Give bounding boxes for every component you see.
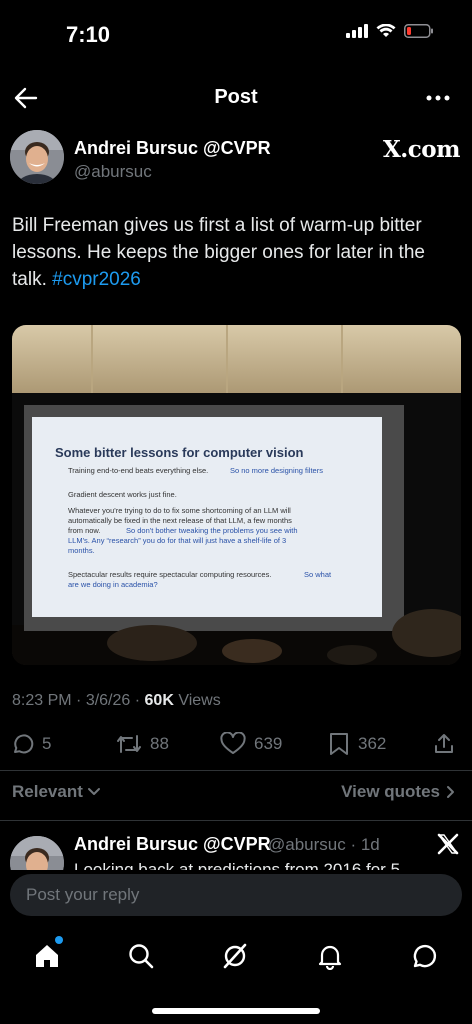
chevron-right-icon (447, 786, 454, 798)
slide-line-3c: from now. (68, 526, 101, 535)
bell-icon (318, 945, 342, 970)
meta-separator: · (130, 692, 145, 709)
status-icons (346, 23, 434, 43)
slide-line-3f: months. (68, 546, 95, 555)
slide-line-3a: Whatever you're trying to do to fix some… (68, 506, 291, 515)
grok-icon (223, 943, 247, 969)
views-label: Views (173, 692, 221, 709)
reply-button[interactable]: 5 (10, 728, 51, 760)
view-quotes-label: View quotes (341, 782, 440, 801)
chat-bubble-icon (413, 944, 437, 968)
search-icon (129, 944, 154, 969)
view-quotes-link[interactable]: View quotes (341, 782, 456, 802)
reply-sort-dropdown[interactable]: Relevant (12, 782, 101, 802)
author-name[interactable]: Andrei Bursuc @CVPR (74, 138, 271, 159)
cellular-signal-icon (346, 24, 368, 43)
slide-line-1-blue: So no more designing filters (230, 466, 323, 475)
home-icon (36, 945, 58, 967)
repost-button[interactable]: 88 (116, 728, 169, 760)
like-count: 639 (254, 734, 283, 753)
slide-line-3b: automatically be fixed in the next relea… (68, 516, 292, 525)
reply-text: Looking back at predictions from 2016 fo… (74, 860, 401, 870)
reply-count: 5 (42, 734, 52, 753)
reply-icon (14, 734, 34, 754)
notification-dot (55, 936, 63, 944)
post-actions: 5 88 639 362 (10, 728, 462, 760)
reply-sort-label: Relevant (12, 782, 83, 801)
tab-notifications[interactable] (308, 934, 352, 978)
hashtag-link[interactable]: #cvpr2026 (52, 269, 141, 290)
avatar[interactable] (10, 130, 64, 184)
tab-grok[interactable] (213, 934, 257, 978)
divider (0, 770, 472, 771)
presentation-photo: Some bitter lessons for computer vision … (12, 325, 461, 665)
status-bar: 7:10 (0, 0, 472, 70)
meta-separator: · (71, 692, 86, 709)
more-dots-icon (426, 95, 450, 101)
reply-item[interactable]: Andrei Bursuc @CVPR @abursuc · 1d Lookin… (0, 826, 472, 870)
tab-home[interactable] (25, 934, 69, 978)
bookmark-button[interactable]: 362 (328, 728, 386, 760)
author-handle[interactable]: @abursuc (74, 162, 152, 182)
post-time: 8:23 PM (12, 692, 72, 709)
divider (0, 820, 472, 821)
slide-title: Some bitter lessons for computer vision (55, 445, 304, 460)
reply-input[interactable] (10, 874, 462, 916)
home-indicator[interactable] (152, 1008, 320, 1014)
slide-line-2: Gradient descent works just fine. (68, 490, 177, 499)
more-options-button[interactable] (422, 82, 454, 114)
status-time: 7:10 (66, 22, 111, 47)
post-author: Andrei Bursuc @CVPR @abursuc X.com (10, 130, 462, 190)
post-date: 3/6/26 (85, 692, 131, 709)
avatar[interactable] (10, 836, 64, 870)
heart-icon (220, 732, 246, 754)
slide-line-3d: So don't bother tweaking the problems yo… (126, 526, 298, 535)
share-button[interactable] (432, 728, 456, 760)
view-count[interactable]: 60K (145, 692, 174, 709)
bottom-tab-bar (0, 920, 472, 1024)
slide-line-4c: are we doing in academia? (68, 580, 158, 589)
reply-composer (0, 870, 472, 920)
share-icon (435, 734, 453, 753)
like-button[interactable]: 639 (220, 728, 282, 760)
post-meta: 8:23 PM · 3/6/26 · 60K Views (12, 692, 221, 710)
reply-author-name[interactable]: Andrei Bursuc @CVPR (74, 834, 271, 855)
top-nav: Post (0, 76, 472, 120)
x-com-logo: X.com (382, 136, 461, 163)
x-logo-icon (436, 832, 460, 861)
wifi-icon (376, 23, 396, 43)
slide-line-4b: So what (304, 570, 332, 579)
slide-line-4a: Spectacular results require spectacular … (68, 570, 271, 579)
repost-count: 88 (150, 734, 169, 753)
tab-search[interactable] (119, 934, 163, 978)
chevron-down-icon (87, 788, 100, 795)
reply-author-meta: @abursuc · 1d (268, 835, 380, 854)
repost-icon (117, 735, 141, 753)
slide-line-1: Training end-to-end beats everything els… (68, 466, 208, 475)
slide-line-3e: LLM's. Any “research” you do for that wi… (68, 536, 286, 545)
bookmark-count: 362 (358, 734, 387, 753)
bookmark-icon (330, 733, 348, 755)
tab-messages[interactable] (402, 934, 446, 978)
page-title: Post (214, 86, 258, 108)
battery-low-icon (404, 24, 434, 43)
post-text: Bill Freeman gives us first a list of wa… (12, 212, 464, 293)
post-media-image[interactable]: Some bitter lessons for computer vision … (12, 325, 461, 665)
